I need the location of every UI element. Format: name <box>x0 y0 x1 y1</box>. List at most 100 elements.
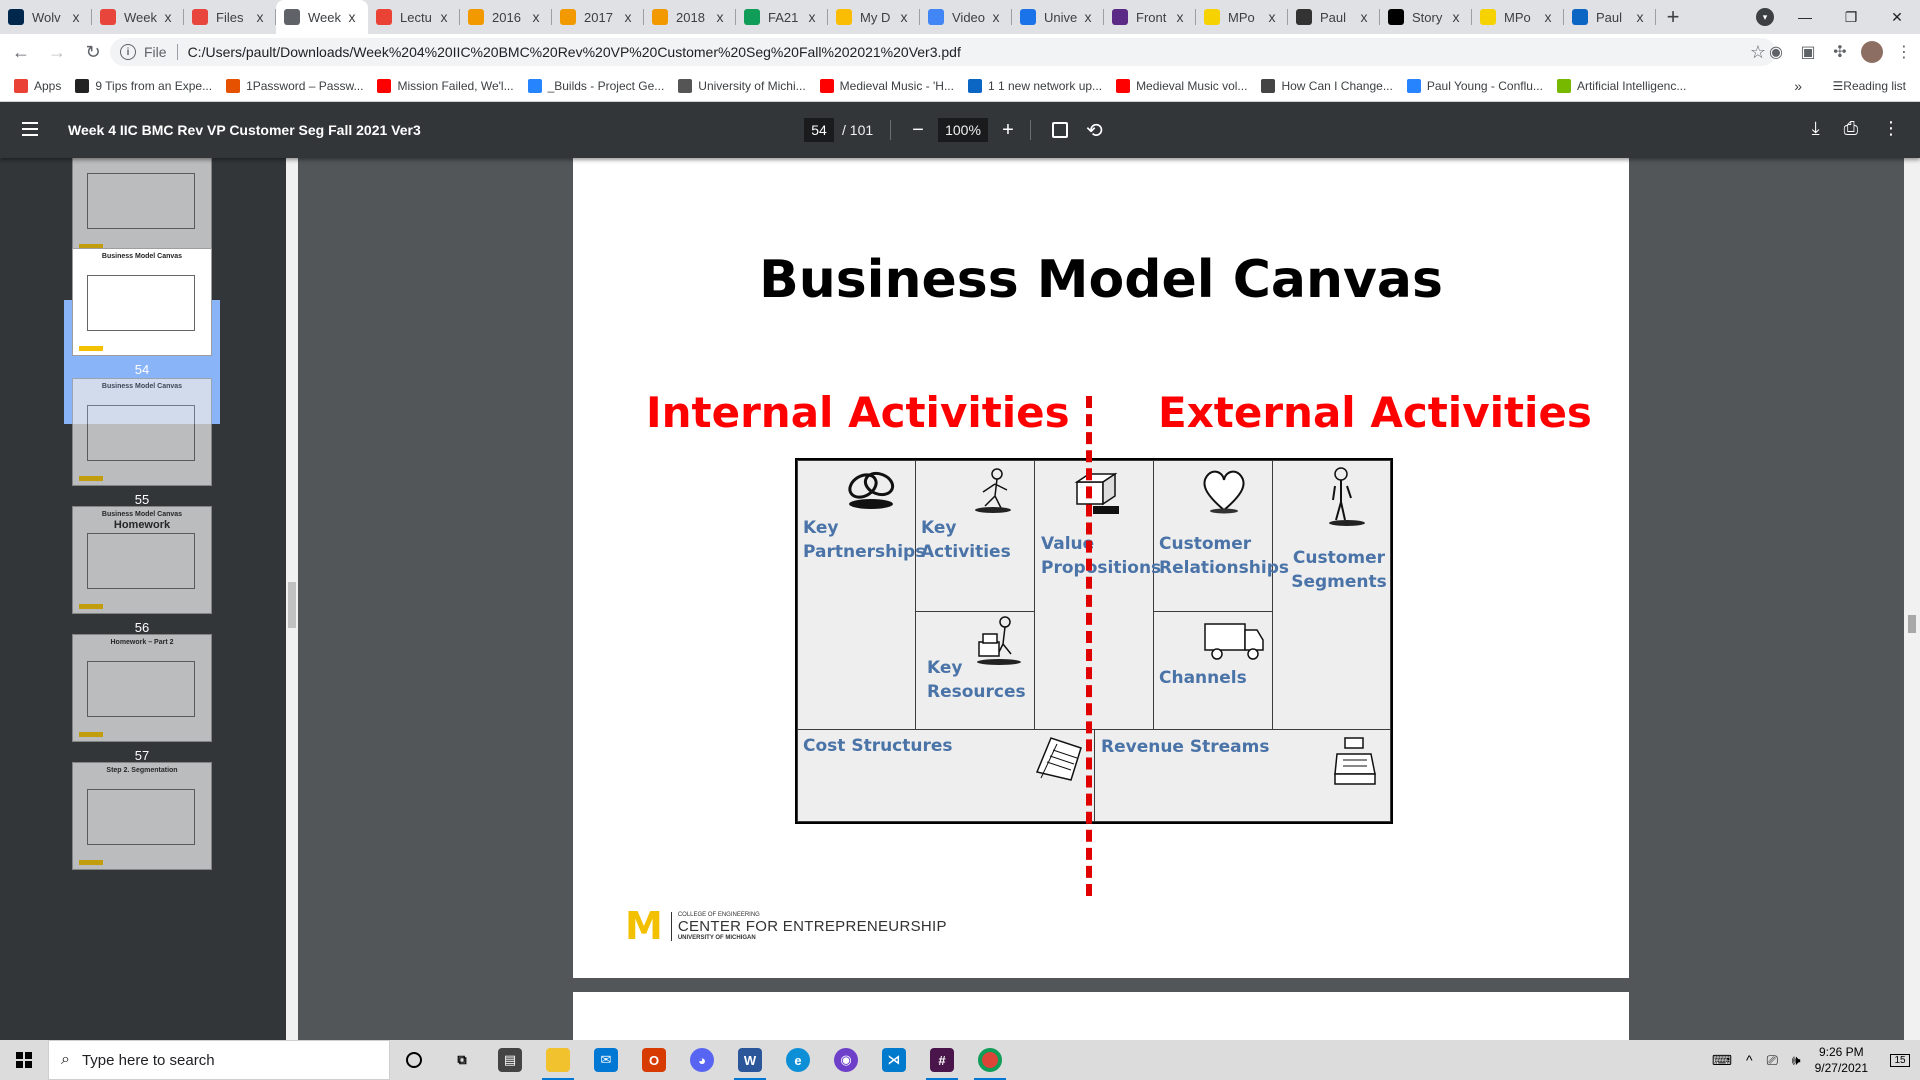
rotate-icon[interactable]: ⟲ <box>1086 118 1103 143</box>
clock[interactable]: 9:26 PM 9/27/2021 <box>1815 1044 1868 1076</box>
vscode-icon[interactable]: ⋊ <box>870 1040 918 1080</box>
tab-close-icon[interactable]: x <box>1540 9 1556 25</box>
store-icon[interactable]: ▤ <box>486 1040 534 1080</box>
browser-tab[interactable]: Paul x <box>1564 0 1656 34</box>
github-icon[interactable]: ◉ <box>822 1040 870 1080</box>
browser-tab[interactable]: MPo x <box>1196 0 1288 34</box>
zoom-level-input[interactable]: 100% <box>938 118 988 142</box>
browser-tab[interactable]: Files x <box>184 0 276 34</box>
browser-tab[interactable]: MPo x <box>1472 0 1564 34</box>
tab-close-icon[interactable]: x <box>896 9 912 25</box>
tab-close-icon[interactable]: x <box>1172 9 1188 25</box>
notification-center-icon[interactable]: 15 <box>1880 1053 1920 1067</box>
more-options-icon[interactable]: ⋮ <box>1882 118 1900 139</box>
keyboard-icon[interactable]: ⌨ <box>1712 1052 1732 1069</box>
tab-close-icon[interactable]: x <box>160 9 176 25</box>
bookmark-item[interactable]: 1Password – Passw... <box>226 78 363 93</box>
bookmark-item[interactable]: Apps <box>14 78 61 93</box>
taskbar-search-box[interactable]: ⌕ Type here to search <box>48 1040 390 1080</box>
browser-tab[interactable]: Paul x <box>1288 0 1380 34</box>
site-info-icon[interactable]: i <box>120 44 136 60</box>
url-text[interactable]: C:/Users/pault/Downloads/Week%204%20IIC%… <box>188 44 961 60</box>
tab-close-icon[interactable]: x <box>344 9 360 25</box>
main-scroll-thumb[interactable] <box>1908 615 1916 633</box>
bookmark-item[interactable]: Artificial Intelligenc... <box>1556 78 1686 93</box>
slack-icon[interactable]: # <box>918 1040 966 1080</box>
tray-overflow-icon[interactable]: ^ <box>1746 1052 1753 1068</box>
tab-close-icon[interactable]: x <box>252 9 268 25</box>
browser-tab[interactable]: Unive x <box>1012 0 1104 34</box>
chrome-menu-icon[interactable]: ⋮ <box>1888 42 1920 62</box>
download-icon[interactable]: ⤓ <box>1812 118 1820 139</box>
browser-tab[interactable]: 2018 x <box>644 0 736 34</box>
browser-tab[interactable]: Video x <box>920 0 1012 34</box>
fit-page-icon[interactable] <box>1052 122 1068 138</box>
bookmark-item[interactable]: 9 Tips from an Expe... <box>75 78 212 93</box>
new-tab-button[interactable]: + <box>1656 0 1690 34</box>
zoom-in-button[interactable]: + <box>994 116 1022 144</box>
back-icon[interactable]: ← <box>6 37 36 67</box>
browser-tab[interactable]: Front x <box>1104 0 1196 34</box>
tab-close-icon[interactable]: x <box>68 9 84 25</box>
browser-tab[interactable]: Wolv x <box>0 0 92 34</box>
extension-1-icon[interactable]: ◉ <box>1760 42 1792 62</box>
tab-close-icon[interactable]: x <box>1632 9 1648 25</box>
reload-icon[interactable]: ↻ <box>78 37 108 67</box>
browser-tab[interactable]: Story x <box>1380 0 1472 34</box>
extensions-puzzle-icon[interactable]: ✣ <box>1824 42 1856 62</box>
bookmark-item[interactable]: Mission Failed, We'l... <box>377 78 514 93</box>
menu-icon[interactable] <box>22 122 38 136</box>
browser-tab[interactable]: 2016 x <box>460 0 552 34</box>
page-thumbnail[interactable]: Business Model Canvas <box>72 378 212 486</box>
zoom-out-button[interactable]: − <box>904 116 932 144</box>
print-icon[interactable]: ⎙ <box>1844 118 1858 139</box>
browser-tab[interactable]: Week x <box>92 0 184 34</box>
tab-close-icon[interactable]: x <box>988 9 1004 25</box>
bookmark-item[interactable]: How Can I Change... <box>1261 78 1393 93</box>
page-number-input[interactable]: 54 <box>804 118 834 142</box>
tab-close-icon[interactable]: x <box>436 9 452 25</box>
browser-tab[interactable]: Week x <box>276 0 368 34</box>
sidebar-scrollbar[interactable] <box>286 158 298 1040</box>
cortana-icon[interactable] <box>390 1040 438 1080</box>
page-thumbnail[interactable]: Business Model Canvas <box>72 158 212 254</box>
mail-icon[interactable]: ✉ <box>582 1040 630 1080</box>
discord-icon[interactable]: ◕ <box>678 1040 726 1080</box>
file-explorer-icon[interactable] <box>534 1040 582 1080</box>
tab-close-icon[interactable]: x <box>1264 9 1280 25</box>
bookmark-item[interactable]: 1 1 new network up... <box>967 78 1102 93</box>
task-view-icon[interactable]: ⧉ <box>438 1040 486 1080</box>
tab-close-icon[interactable]: x <box>804 9 820 25</box>
edge-icon[interactable]: e <box>774 1040 822 1080</box>
close-window-icon[interactable]: ✕ <box>1874 0 1920 34</box>
start-button[interactable] <box>0 1040 48 1080</box>
tab-search-icon[interactable]: ▾ <box>1756 8 1774 26</box>
profile-avatar[interactable] <box>1861 41 1883 63</box>
forward-icon[interactable]: → <box>42 37 72 67</box>
browser-tab[interactable]: My D x <box>828 0 920 34</box>
tab-close-icon[interactable]: x <box>1448 9 1464 25</box>
word-icon[interactable]: W <box>726 1040 774 1080</box>
page-thumbnail[interactable]: Business Model Canvas Homework <box>72 506 212 614</box>
page-thumbnail[interactable]: Business Model Canvas <box>72 248 212 356</box>
reading-list-button[interactable]: ☰ Reading list <box>1833 79 1906 93</box>
tab-close-icon[interactable]: x <box>1356 9 1372 25</box>
browser-tab[interactable]: FA21 x <box>736 0 828 34</box>
tab-close-icon[interactable]: x <box>712 9 728 25</box>
network-icon[interactable]: ⎚ <box>1767 1052 1778 1069</box>
address-bar[interactable]: i File C:/Users/pault/Downloads/Week%204… <box>110 38 1776 66</box>
bookmarks-overflow-icon[interactable]: » <box>1794 78 1802 94</box>
tab-close-icon[interactable]: x <box>1080 9 1096 25</box>
bookmark-item[interactable]: _Builds - Project Ge... <box>527 78 664 93</box>
main-scrollbar[interactable] <box>1904 158 1920 1040</box>
tab-close-icon[interactable]: x <box>528 9 544 25</box>
browser-tab[interactable]: 2017 x <box>552 0 644 34</box>
chrome-icon[interactable] <box>966 1040 1014 1080</box>
extension-2-icon[interactable]: ▣ <box>1792 42 1824 62</box>
bookmark-item[interactable]: Paul Young - Conflu... <box>1406 78 1543 93</box>
restore-icon[interactable]: ❐ <box>1828 0 1874 34</box>
bookmark-item[interactable]: University of Michi... <box>678 78 806 93</box>
page-thumbnail[interactable]: Step 2. Segmentation <box>72 762 212 870</box>
bookmark-item[interactable]: Medieval Music - 'H... <box>819 78 954 93</box>
minimize-icon[interactable]: — <box>1782 0 1828 34</box>
